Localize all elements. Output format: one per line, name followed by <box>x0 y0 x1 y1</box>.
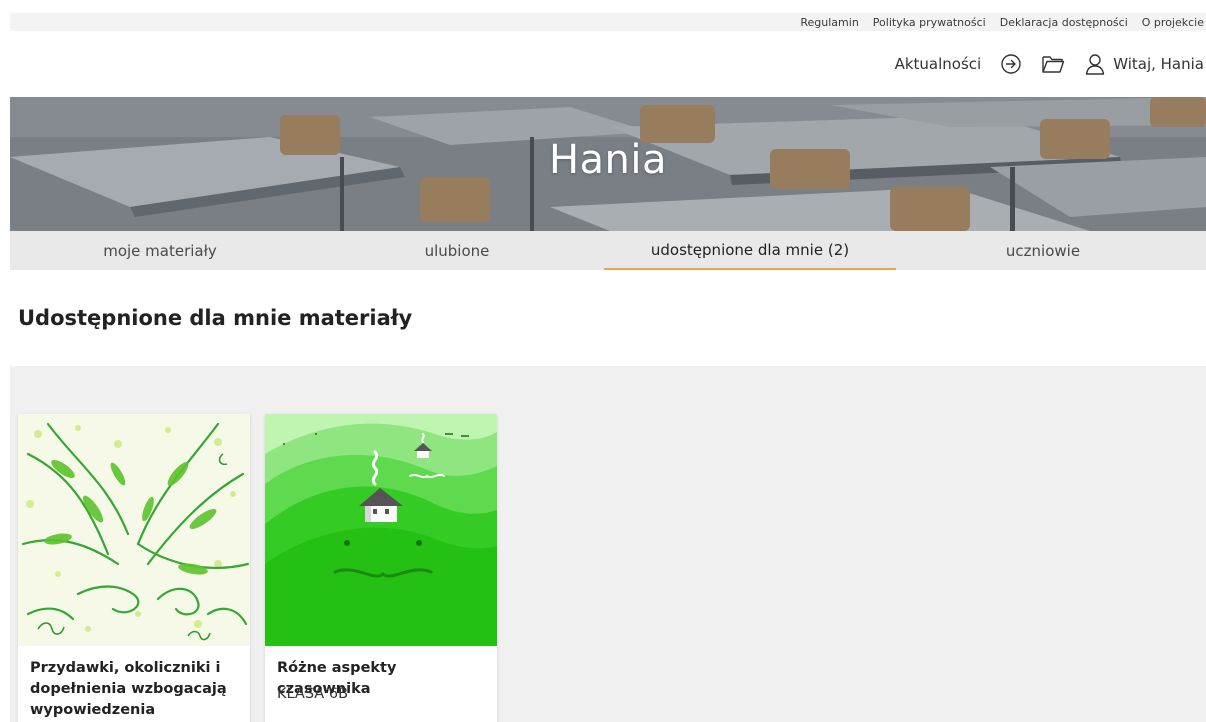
material-card[interactable]: Różne aspekty czasownika KLASA 6B <box>265 414 497 722</box>
profile-tabs: moje materiały ulubione udostępnione dla… <box>10 231 1206 270</box>
material-thumbnail-hills <box>265 414 497 646</box>
user-menu[interactable]: Witaj, Hania <box>1083 52 1204 76</box>
user-icon <box>1083 52 1107 76</box>
link-accessibility-declaration[interactable]: Deklaracja dostępności <box>1000 16 1128 29</box>
link-regulamin[interactable]: Regulamin <box>800 16 858 29</box>
arrow-circle-right-icon[interactable] <box>999 52 1023 76</box>
profile-name-title: Hania <box>548 137 668 183</box>
material-thumbnail-leaves <box>18 414 250 646</box>
tab-favorites[interactable]: ulubione <box>312 231 602 270</box>
tab-students[interactable]: uczniowie <box>898 231 1188 270</box>
nav-news-link[interactable]: Aktualności <box>895 55 982 73</box>
link-privacy-policy[interactable]: Polityka prywatności <box>873 16 986 29</box>
user-greeting: Witaj, Hania <box>1113 55 1204 73</box>
material-card-class-label: KLASA 6B <box>277 686 349 702</box>
folder-icon[interactable] <box>1041 52 1065 76</box>
section-title: Udostępnione dla mnie materiały <box>18 306 413 330</box>
profile-hero-banner: Hania <box>10 97 1206 231</box>
top-links: Regulamin Polityka prywatności Deklaracj… <box>800 13 1206 31</box>
link-about-project[interactable]: O projekcie <box>1142 16 1204 29</box>
main-nav: Aktualności Witaj, Hania <box>895 52 1204 76</box>
tab-shared-with-me[interactable]: udostępnione dla mnie (2) <box>604 231 896 270</box>
material-card-title: Przydawki, okoliczniki i dopełnienia wzb… <box>30 660 227 718</box>
materials-gallery: Przydawki, okoliczniki i dopełnienia wzb… <box>10 366 1206 722</box>
tab-my-materials[interactable]: moje materiały <box>15 231 305 270</box>
top-utility-bar: Regulamin Polityka prywatności Deklaracj… <box>10 13 1206 31</box>
material-card[interactable]: Przydawki, okoliczniki i dopełnienia wzb… <box>18 414 250 722</box>
